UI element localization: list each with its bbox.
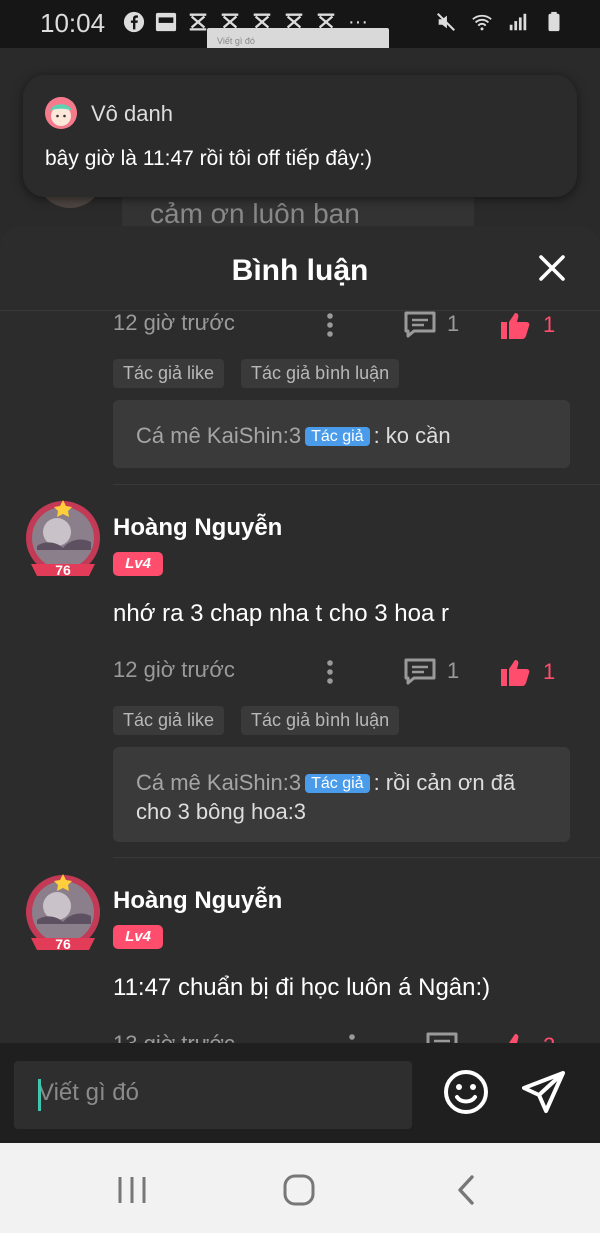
facebook-icon (122, 10, 146, 34)
status-time: 10:04 (40, 8, 106, 38)
wifi-icon (470, 10, 494, 34)
comment-time: 12 giờ trước (113, 310, 235, 335)
author-commented-tag: Tác giả bình luận (241, 706, 400, 735)
avatar[interactable]: 76 (23, 872, 103, 956)
comment-time: 12 giờ trước (113, 657, 235, 682)
avatar-frame-label: 76 (55, 936, 71, 952)
avatar[interactable]: 76 (23, 498, 103, 582)
reply-button[interactable]: 1 (403, 310, 459, 338)
divider (113, 857, 600, 858)
author-badge: Tác giả (305, 427, 370, 446)
author-liked-tag: Tác giả like (113, 359, 225, 388)
system-icons (434, 10, 566, 34)
level-badge: Lv4 (113, 925, 163, 949)
like-button[interactable]: 1 (499, 657, 555, 687)
thumbs-up-icon (501, 660, 530, 686)
notification-toast[interactable]: Vô danh bây giờ là 11:47 rồi tôi off tiế… (23, 75, 577, 197)
comments-sheet: Bình luận 12 giờ trước 1 1 Tác giả like … (0, 226, 600, 1143)
back-icon[interactable] (448, 1173, 488, 1207)
like-count: 1 (543, 659, 556, 684)
comment-input-placeholder: Viết gì đó (38, 1079, 139, 1106)
close-icon[interactable] (536, 252, 568, 284)
more-vert-icon[interactable] (323, 659, 337, 685)
divider (113, 484, 600, 485)
thumbs-up-icon (501, 313, 530, 339)
commenter-name[interactable]: Hoàng Nguyễn (113, 887, 282, 915)
send-icon[interactable] (520, 1068, 568, 1116)
reply-count: 1 (447, 658, 460, 683)
commenter-name[interactable]: Hoàng Nguyễn (113, 514, 282, 542)
author-tags: Tác giả like Tác giả bình luận (113, 359, 400, 388)
author-liked-tag: Tác giả like (113, 706, 225, 735)
comment-composer: Viết gì đó (0, 1043, 600, 1143)
avatar-frame-label: 76 (55, 562, 71, 578)
reply-count: 1 (447, 311, 460, 336)
signal-icon (506, 10, 530, 34)
like-count: 1 (543, 312, 556, 337)
comment-icon (404, 658, 436, 685)
recent-apps-icon[interactable] (112, 1173, 152, 1207)
author-reply[interactable]: Cá mê KaiShin:3 Tác giả: ko cần (113, 400, 570, 468)
comment-input[interactable]: Viết gì đó (14, 1061, 412, 1129)
level-badge: Lv4 (113, 552, 163, 576)
mute-icon (434, 10, 458, 34)
home-icon[interactable] (279, 1173, 319, 1207)
play-together-icon (154, 10, 178, 34)
reply-author: Cá mê KaiShin:3 (136, 423, 302, 448)
sheet-title: Bình luận (231, 254, 369, 287)
author-commented-tag: Tác giả bình luận (241, 359, 400, 388)
avatar (45, 97, 77, 129)
comment-meta: 12 giờ trước 1 1 (113, 310, 570, 340)
notification-sender: Vô danh (91, 101, 173, 126)
reply-author: Cá mê KaiShin:3 (136, 770, 302, 795)
text-caret (38, 1079, 41, 1111)
like-button[interactable]: 1 (499, 310, 555, 340)
battery-icon (542, 10, 566, 34)
comment-text: 11:47 chuẩn bị đi học luôn á Ngân:) (113, 974, 491, 1001)
author-reply[interactable]: Cá mê KaiShin:3 Tác giả: rồi cản ơn đã ch… (113, 747, 570, 842)
comment-text: nhớ ra 3 chap nha t cho 3 hoa r (113, 600, 449, 627)
system-nav-bar (0, 1143, 600, 1233)
comment-meta: 12 giờ trước 1 1 (113, 657, 570, 687)
mini-window-input: Viết gì đó (217, 36, 255, 46)
author-badge: Tác giả (305, 774, 370, 793)
author-tags: Tác giả like Tác giả bình luận (113, 706, 400, 735)
reply-text: : ko cần (373, 423, 451, 448)
notification-message: bây giờ là 11:47 rồi tôi off tiếp đây:) (45, 147, 373, 170)
more-vert-icon[interactable] (323, 312, 337, 338)
comment-icon (404, 311, 436, 338)
reply-button[interactable]: 1 (403, 657, 459, 685)
emoji-icon[interactable] (442, 1068, 490, 1116)
